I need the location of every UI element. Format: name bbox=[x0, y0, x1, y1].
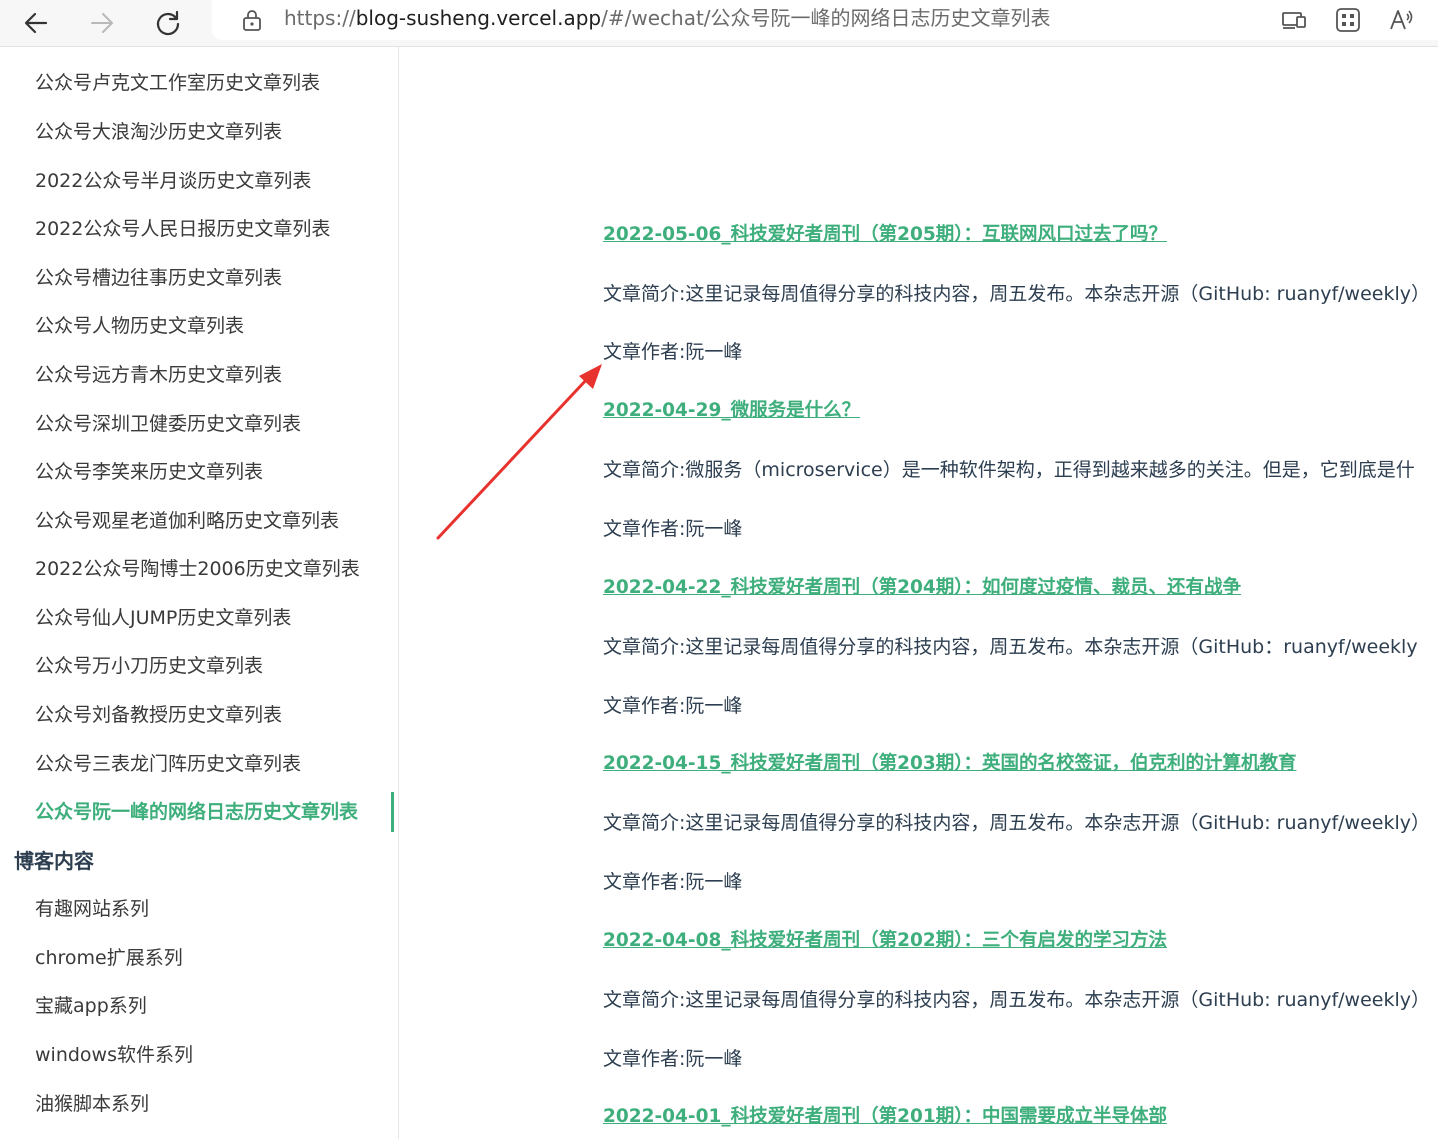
article-list: 2022-05-06_科技爱好者周刊（第205期）：互联网风口过去了吗？ 文章简… bbox=[399, 47, 1438, 1139]
article-title-link[interactable]: 2022-04-29_微服务是什么？ bbox=[603, 398, 860, 424]
sidebar-item[interactable]: 公众号大浪淘沙历史文章列表 bbox=[35, 119, 282, 145]
article-author: 文章作者:阮一峰 bbox=[603, 1048, 743, 1070]
sidebar-item[interactable]: 公众号刘备教授历史文章列表 bbox=[35, 702, 282, 728]
url-text[interactable]: https://blog-susheng.vercel.app/#/wechat… bbox=[284, 5, 1051, 31]
sidebar-item-active[interactable]: 公众号阮一峰的网络日志历史文章列表 bbox=[35, 799, 358, 825]
refresh-icon bbox=[156, 10, 180, 36]
sidebar: 公众号卢克文工作室历史文章列表 公众号大浪淘沙历史文章列表 2022公众号半月谈… bbox=[0, 47, 399, 1139]
refresh-button[interactable] bbox=[151, 6, 185, 40]
article-author: 文章作者:阮一峰 bbox=[603, 518, 743, 540]
article-title-link[interactable]: 2022-04-22_科技爱好者周刊（第204期）：如何度过疫情、裁员、还有战争 bbox=[603, 575, 1241, 601]
article-title-link[interactable]: 2022-04-01_科技爱好者周刊（第201期）：中国需要成立半导体部 bbox=[603, 1104, 1167, 1130]
sidebar-item[interactable]: 公众号李笑来历史文章列表 bbox=[35, 459, 263, 485]
sidebar-item[interactable]: 公众号远方青木历史文章列表 bbox=[35, 362, 282, 388]
article-summary: 文章简介:这里记录每周值得分享的科技内容，周五发布。本杂志开源（GitHub: … bbox=[603, 283, 1431, 305]
sidebar-item[interactable]: 公众号卢克文工作室历史文章列表 bbox=[35, 70, 320, 96]
sidebar-item[interactable]: 公众号万小刀历史文章列表 bbox=[35, 653, 263, 679]
article-summary: 文章简介:这里记录每周值得分享的科技内容，周五发布。本杂志开源（GitHub: … bbox=[603, 812, 1431, 834]
article-title-link[interactable]: 2022-05-06_科技爱好者周刊（第205期）：互联网风口过去了吗？ bbox=[603, 222, 1167, 248]
article-summary: 文章简介:微服务（microservice）是一种软件架构，正得到越来越多的关注… bbox=[603, 459, 1415, 481]
active-indicator bbox=[391, 792, 394, 832]
device-cast-icon[interactable] bbox=[1280, 6, 1308, 34]
apps-grid-icon[interactable] bbox=[1334, 6, 1362, 34]
url-host: blog-susheng.vercel.app bbox=[355, 6, 602, 30]
article-author: 文章作者:阮一峰 bbox=[603, 695, 743, 717]
sidebar-group-item[interactable]: chrome扩展系列 bbox=[35, 945, 183, 971]
sidebar-item[interactable]: 2022公众号人民日报历史文章列表 bbox=[35, 216, 330, 242]
article-title-link[interactable]: 2022-04-08_科技爱好者周刊（第202期）：三个有启发的学习方法 bbox=[603, 928, 1167, 954]
sidebar-group-item[interactable]: 油猴脚本系列 bbox=[35, 1091, 149, 1117]
read-aloud-icon[interactable] bbox=[1388, 6, 1416, 34]
sidebar-group-item[interactable]: windows软件系列 bbox=[35, 1042, 193, 1068]
sidebar-item[interactable]: 公众号三表龙门阵历史文章列表 bbox=[35, 751, 301, 777]
back-button[interactable] bbox=[19, 6, 53, 40]
sidebar-group-title[interactable]: 博客内容 bbox=[14, 848, 94, 874]
article-author: 文章作者:阮一峰 bbox=[603, 341, 743, 363]
browser-toolbar: https://blog-susheng.vercel.app/#/wechat… bbox=[0, 0, 1438, 47]
sidebar-item[interactable]: 2022公众号半月谈历史文章列表 bbox=[35, 168, 311, 194]
sidebar-item[interactable]: 公众号人物历史文章列表 bbox=[35, 313, 244, 339]
forward-arrow-icon bbox=[91, 13, 113, 33]
sidebar-item[interactable]: 公众号槽边往事历史文章列表 bbox=[35, 265, 282, 291]
article-author: 文章作者:阮一峰 bbox=[603, 871, 743, 893]
sidebar-item[interactable]: 2022公众号陶博士2006历史文章列表 bbox=[35, 556, 360, 582]
lock-icon[interactable] bbox=[240, 8, 264, 32]
sidebar-item[interactable]: 公众号观星老道伽利略历史文章列表 bbox=[35, 508, 339, 534]
article-summary: 文章简介:这里记录每周值得分享的科技内容，周五发布。本杂志开源（GitHub：r… bbox=[603, 636, 1418, 658]
sidebar-item[interactable]: 公众号仙人JUMP历史文章列表 bbox=[35, 605, 291, 631]
url-prefix: https:// bbox=[284, 6, 356, 30]
article-title-link[interactable]: 2022-04-15_科技爱好者周刊（第203期）：英国的名校签证，伯克利的计算… bbox=[603, 751, 1296, 777]
article-summary: 文章简介:这里记录每周值得分享的科技内容，周五发布。本杂志开源（GitHub: … bbox=[603, 989, 1431, 1011]
sidebar-item[interactable]: 公众号深圳卫健委历史文章列表 bbox=[35, 411, 301, 437]
back-arrow-icon bbox=[24, 12, 48, 34]
sidebar-group-item[interactable]: 宝藏app系列 bbox=[35, 993, 147, 1019]
address-bar[interactable]: https://blog-susheng.vercel.app/#/wechat… bbox=[212, 0, 1438, 40]
sidebar-group-item[interactable]: 有趣网站系列 bbox=[35, 896, 149, 922]
url-path: /#/wechat/公众号阮一峰的网络日志历史文章列表 bbox=[601, 6, 1051, 30]
forward-button[interactable] bbox=[85, 6, 119, 40]
